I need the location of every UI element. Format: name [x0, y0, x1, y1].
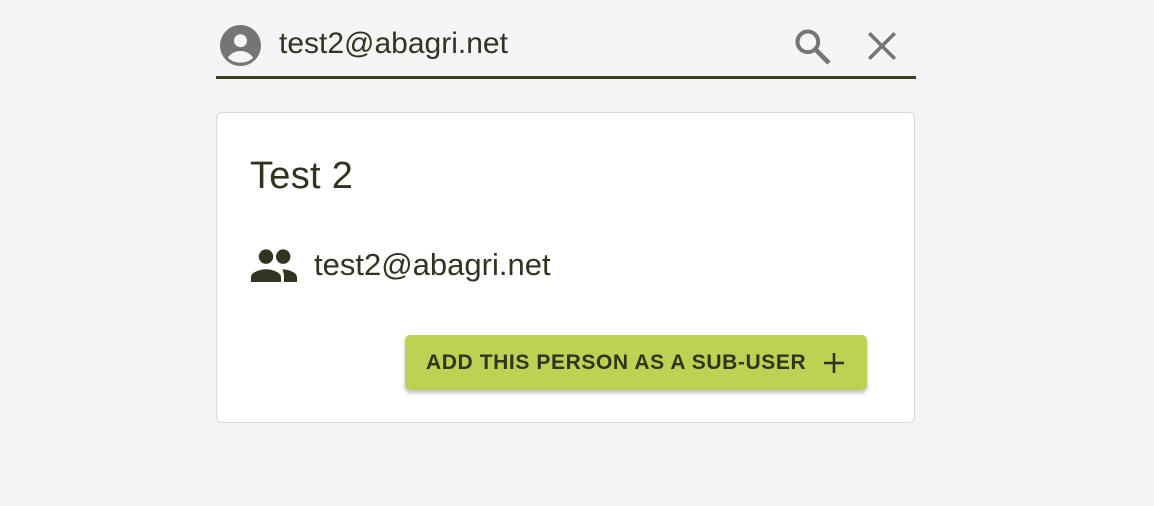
- search-input[interactable]: [279, 22, 759, 66]
- search-result-card: Test 2 test2@abagri.net ADD THIS PERSON …: [216, 112, 915, 423]
- plus-icon: [824, 353, 844, 373]
- people-icon: [251, 249, 297, 282]
- person-email: test2@abagri.net: [314, 247, 551, 282]
- add-sub-user-button[interactable]: ADD THIS PERSON AS A SUB-USER: [405, 335, 867, 390]
- account-circle-icon: [220, 25, 261, 66]
- search-bar: [216, 10, 916, 79]
- email-row: test2@abagri.net: [250, 247, 551, 283]
- add-sub-user-label: ADD THIS PERSON AS A SUB-USER: [426, 350, 807, 374]
- search-icon[interactable]: [792, 26, 832, 66]
- close-icon[interactable]: [864, 28, 900, 64]
- person-name: Test 2: [250, 155, 354, 197]
